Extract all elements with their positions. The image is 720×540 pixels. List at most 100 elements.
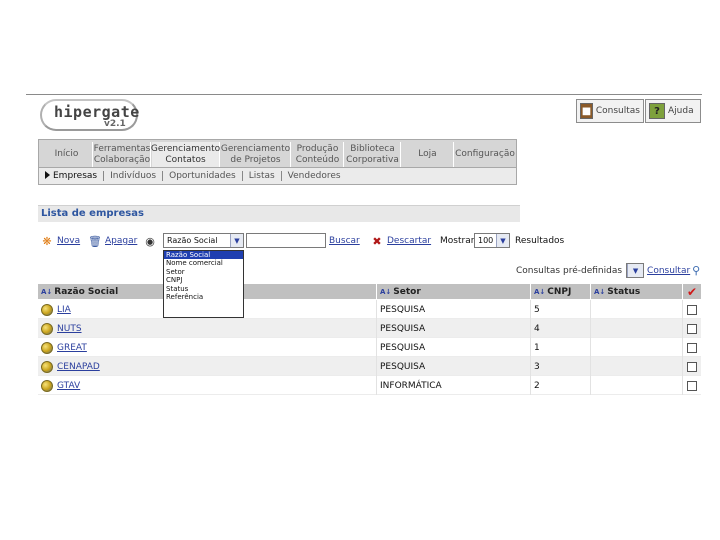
- companies-table: A↓ Razão Social A↓ Setor A↓ CNPJ A↓ Status ✔…: [38, 284, 701, 395]
- header-setor[interactable]: A↓ Setor: [377, 284, 531, 300]
- row-checkbox-cell: [683, 357, 701, 376]
- table-row: GREAT PESQUISA 1: [38, 338, 701, 357]
- cell-status: [591, 300, 683, 319]
- app-logo[interactable]: hipergate v2.1: [40, 99, 140, 133]
- dropdown-option[interactable]: Setor: [164, 268, 243, 276]
- main-nav: Início Ferramentas Colaboração Gerenciam…: [38, 139, 517, 168]
- new-button[interactable]: ❋ Nova: [40, 232, 80, 250]
- cell-sector: INFORMÁTICA: [377, 376, 531, 395]
- search-button[interactable]: Buscar: [329, 232, 360, 250]
- toolbar: ❋ Nova 🗑 Apagar ◉ Razão Social ▼ Buscar …: [40, 232, 600, 250]
- header-status[interactable]: A↓ Status: [591, 284, 683, 300]
- nav-item-biblioteca[interactable]: Biblioteca Corporativa: [345, 142, 401, 167]
- page-title: Lista de empresas: [38, 205, 520, 222]
- cell-status: [591, 376, 683, 395]
- dropdown-option[interactable]: Status: [164, 285, 243, 293]
- table-row: NUTS PESQUISA 4: [38, 319, 701, 338]
- nav-item-loja[interactable]: Loja: [402, 142, 454, 167]
- nav-item-contatos[interactable]: Gerenciamento Contatos: [150, 142, 221, 167]
- company-link[interactable]: NUTS: [57, 324, 82, 334]
- sort-icon: A↓: [534, 288, 546, 296]
- globe-icon: [41, 322, 53, 335]
- nav-label: Gerenciamento Contatos: [150, 143, 221, 165]
- subnav-item-individuos[interactable]: Indivíduos: [104, 171, 164, 181]
- chevron-down-icon: ▼: [230, 234, 243, 247]
- sort-icon: A↓: [41, 288, 53, 296]
- new-label: Nova: [57, 236, 81, 246]
- search-label: Buscar: [329, 236, 360, 246]
- cell-name: GTAV: [38, 376, 377, 395]
- cell-sector: PESQUISA: [377, 319, 531, 338]
- show-label: Mostrar: [440, 236, 475, 246]
- row-checkbox[interactable]: [687, 361, 697, 372]
- cell-status: [591, 357, 683, 376]
- delete-label: Apagar: [105, 236, 138, 246]
- subnav-item-oportunidades[interactable]: Oportunidades: [163, 171, 243, 181]
- ajuda-label: Ajuda: [668, 106, 694, 116]
- company-link[interactable]: LIA: [57, 305, 71, 315]
- binoculars-icon: ◉: [145, 234, 155, 248]
- nav-item-projetos[interactable]: Gerenciamento de Projetos: [221, 142, 291, 167]
- subnav-item-listas[interactable]: Listas: [243, 171, 282, 181]
- table-row: GTAV INFORMÁTICA 2: [38, 376, 701, 395]
- ajuda-button[interactable]: ? Ajuda: [645, 99, 701, 123]
- cell-status: [591, 319, 683, 338]
- header-label: Status: [607, 287, 641, 297]
- row-checkbox[interactable]: [687, 380, 697, 391]
- nav-item-inicio[interactable]: Início: [41, 142, 93, 167]
- nav-item-configuracao[interactable]: Configuração: [455, 142, 515, 167]
- header-label: Razão Social: [54, 287, 119, 297]
- predefined-select[interactable]: ▼: [626, 263, 645, 278]
- logo-version: v2.1: [104, 119, 126, 129]
- predefined-run-button[interactable]: Consultar: [647, 266, 690, 276]
- row-checkbox[interactable]: [687, 304, 697, 315]
- show-count-select[interactable]: 100 ▼: [474, 233, 510, 248]
- row-checkbox-cell: [683, 376, 701, 395]
- search-field-value: Razão Social: [167, 236, 218, 245]
- cell-sector: PESQUISA: [377, 357, 531, 376]
- dropdown-option[interactable]: Nome comercial: [164, 259, 243, 267]
- discard-button[interactable]: ✖ Descartar: [370, 232, 431, 250]
- chevron-down-icon: ▼: [627, 264, 644, 277]
- globe-icon: [41, 303, 53, 316]
- cell-sector: PESQUISA: [377, 338, 531, 357]
- subnav-item-empresas[interactable]: Empresas: [45, 171, 105, 181]
- nav-item-conteudo[interactable]: Produção Conteúdo: [292, 142, 344, 167]
- row-checkbox[interactable]: [687, 342, 697, 353]
- subnav-item-vendedores[interactable]: Vendedores: [282, 171, 347, 181]
- table-row: CENAPAD PESQUISA 3: [38, 357, 701, 376]
- select-all[interactable]: ✔: [683, 284, 701, 300]
- top-divider: [26, 94, 702, 95]
- consultas-button[interactable]: ■ Consultas: [576, 99, 644, 123]
- nav-label: Gerenciamento de Projetos: [220, 143, 291, 165]
- nav-label: Loja: [418, 149, 437, 159]
- company-link[interactable]: CENAPAD: [57, 362, 100, 372]
- predefined-label: Consultas pré-definidas: [516, 265, 623, 276]
- cell-cnpj: 4: [531, 319, 591, 338]
- help-icon: ?: [649, 103, 665, 119]
- row-checkbox[interactable]: [687, 323, 697, 334]
- company-link[interactable]: GTAV: [57, 381, 80, 391]
- header-cnpj[interactable]: A↓ CNPJ: [531, 284, 591, 300]
- delete-button[interactable]: 🗑 Apagar: [88, 232, 137, 250]
- header-label: CNPJ: [547, 287, 572, 297]
- dropdown-option[interactable]: Referência: [164, 293, 243, 301]
- show-count-value: 100: [478, 236, 494, 245]
- nav-item-ferramentas[interactable]: Ferramentas Colaboração: [94, 142, 151, 167]
- table-row: LIA PESQUISA 5: [38, 300, 701, 319]
- sub-nav: Empresas Indivíduos Oportunidades Listas…: [38, 168, 517, 185]
- subnav-label: Empresas: [53, 171, 98, 181]
- globe-icon: [41, 360, 53, 373]
- cell-cnpj: 5: [531, 300, 591, 319]
- binoculars-icon-wrap: ◉: [143, 232, 160, 250]
- row-checkbox-cell: [683, 300, 701, 319]
- company-link[interactable]: GREAT: [57, 343, 87, 353]
- search-field-select[interactable]: Razão Social ▼: [163, 233, 244, 248]
- dropdown-option[interactable]: CNPJ: [164, 276, 243, 284]
- queries-icon: ■: [580, 103, 593, 119]
- search-field-dropdown[interactable]: Razão Social Nome comercial Setor CNPJ S…: [163, 250, 244, 318]
- nav-label: Início: [54, 149, 79, 159]
- dropdown-option[interactable]: Razão Social: [164, 251, 243, 260]
- search-input[interactable]: [246, 233, 326, 248]
- cell-cnpj: 1: [531, 338, 591, 357]
